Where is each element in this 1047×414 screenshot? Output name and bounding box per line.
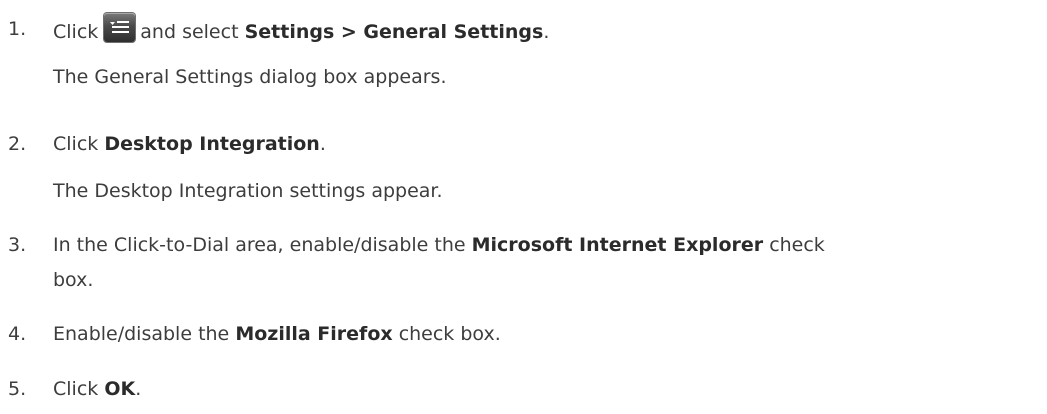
step-text: In the Click-to-Dial area, enable/disabl… bbox=[53, 234, 466, 256]
step-text: Click bbox=[53, 21, 99, 43]
step-instruction: Click Desktop Integration. bbox=[53, 133, 326, 155]
step-continuation: box. bbox=[53, 269, 94, 291]
step-result: The General Settings dialog box appears. bbox=[53, 66, 447, 88]
step-text: Click bbox=[53, 378, 99, 400]
menu-list-icon bbox=[104, 13, 136, 42]
punctuation: . bbox=[319, 133, 326, 155]
step-instruction: Enable/disable the Mozilla Firefox check… bbox=[53, 323, 501, 345]
ui-label: OK bbox=[104, 378, 136, 400]
step-text: and select bbox=[140, 21, 239, 43]
step-number: 5. bbox=[8, 378, 27, 400]
step-text: check box. bbox=[398, 323, 501, 345]
step-text: Click bbox=[53, 133, 99, 155]
ui-label: Mozilla Firefox bbox=[235, 323, 393, 345]
punctuation: . bbox=[135, 378, 142, 400]
punctuation: . bbox=[543, 21, 550, 43]
step-instruction: Click OK. bbox=[53, 378, 141, 400]
step-number: 1. bbox=[8, 18, 27, 40]
ui-label: Microsoft Internet Explorer bbox=[471, 234, 764, 256]
step-number: 2. bbox=[8, 133, 27, 155]
step-number: 3. bbox=[8, 234, 27, 256]
ui-label: Desktop Integration bbox=[104, 133, 320, 155]
step-result: The Desktop Integration settings appear. bbox=[53, 180, 443, 202]
step-instruction: Click and select Settings > General Sett… bbox=[53, 13, 550, 47]
menu-path: Settings > General Settings bbox=[244, 21, 544, 43]
step-number: 4. bbox=[8, 323, 27, 345]
step-instruction: In the Click-to-Dial area, enable/disabl… bbox=[53, 234, 825, 256]
step-text: check bbox=[769, 234, 825, 256]
step-text: Enable/disable the bbox=[53, 323, 230, 345]
